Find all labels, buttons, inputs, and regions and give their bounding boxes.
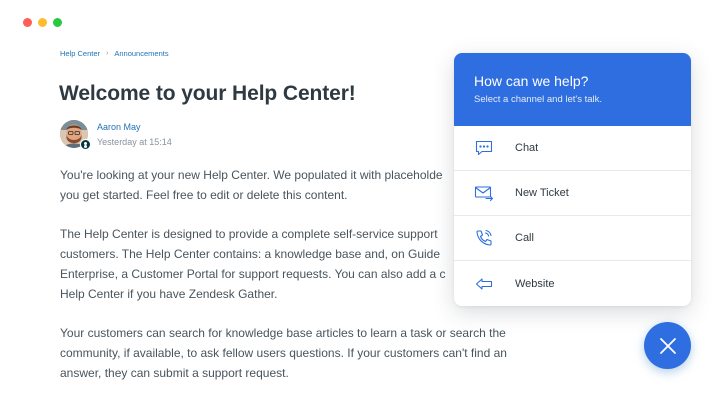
close-window-dot[interactable] — [23, 18, 32, 27]
widget-subtitle: Select a channel and let's talk. — [474, 94, 603, 105]
channel-chat[interactable]: Chat — [454, 126, 691, 171]
paragraph: Your customers can search for knowledge … — [60, 323, 550, 383]
channel-label: Chat — [515, 142, 539, 154]
agent-badge-icon — [80, 139, 91, 150]
channel-website[interactable]: Website — [454, 261, 691, 306]
arrow-left-icon — [474, 274, 494, 294]
close-icon — [659, 337, 676, 354]
envelope-icon — [474, 183, 494, 203]
breadcrumb-announcements[interactable]: Announcements — [114, 49, 168, 58]
breadcrumb-help-center[interactable]: Help Center — [60, 49, 100, 58]
channel-label: Call — [515, 232, 534, 244]
channel-label: Website — [515, 277, 555, 290]
window-controls — [23, 18, 62, 27]
avatar[interactable] — [60, 120, 91, 150]
channel-new-ticket[interactable]: New Ticket — [454, 171, 691, 216]
channel-label: New Ticket — [515, 187, 569, 199]
phone-icon — [474, 228, 494, 248]
close-widget-button[interactable] — [644, 322, 691, 369]
article-title: Welcome to your Help Center! — [59, 82, 356, 105]
widget-title: How can we help? — [474, 73, 589, 89]
article-author: Aaron May Yesterday at 15:14 — [60, 120, 172, 150]
help-widget: How can we help? Select a channel and le… — [454, 53, 691, 306]
breadcrumb: Help Center › Announcements — [60, 49, 169, 58]
widget-header: How can we help? Select a channel and le… — [454, 53, 691, 126]
help-center-page: Help Center › Announcements Welcome to y… — [0, 0, 720, 400]
paragraph-line: answer, they can submit a support reques… — [60, 366, 289, 380]
minimize-window-dot[interactable] — [38, 18, 47, 27]
chat-icon — [474, 138, 494, 158]
breadcrumb-separator: › — [106, 50, 109, 57]
post-timestamp: Yesterday at 15:14 — [97, 137, 172, 147]
maximize-window-dot[interactable] — [53, 18, 62, 27]
author-name[interactable]: Aaron May — [97, 121, 172, 133]
paragraph-line: community, if available, to ask fellow u… — [60, 346, 507, 360]
author-meta: Aaron May Yesterday at 15:14 — [97, 120, 172, 148]
channel-call[interactable]: Call — [454, 216, 691, 261]
paragraph-line: Your customers can search for knowledge … — [60, 326, 506, 340]
